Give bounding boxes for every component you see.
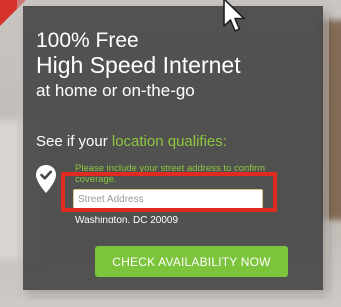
headline-line-2: High Speed Internet — [36, 52, 241, 78]
qualify-prefix: See if your — [36, 133, 112, 150]
background-photo-right — [321, 20, 341, 220]
city-state-zip: Washington, DC 20009 — [75, 216, 179, 223]
annotation-highlight-box — [61, 172, 277, 212]
mouse-pointer-icon — [223, 0, 245, 32]
qualify-heading: See if your location qualifies: — [36, 133, 227, 150]
headline-line-1: 100% Free — [36, 29, 139, 52]
signup-card: 100% Free High Speed Internet at home or… — [23, 6, 323, 290]
headline-line-3: at home or on-the-go — [36, 81, 195, 100]
qualify-accent: location qualifies: — [111, 133, 227, 150]
page: 100% Free High Speed Internet at home or… — [0, 0, 341, 307]
headline: 100% Free High Speed Internet at home or… — [36, 30, 241, 99]
location-check-icon — [36, 165, 56, 193]
check-availability-button[interactable]: CHECK AVAILABILITY NOW — [95, 246, 288, 277]
